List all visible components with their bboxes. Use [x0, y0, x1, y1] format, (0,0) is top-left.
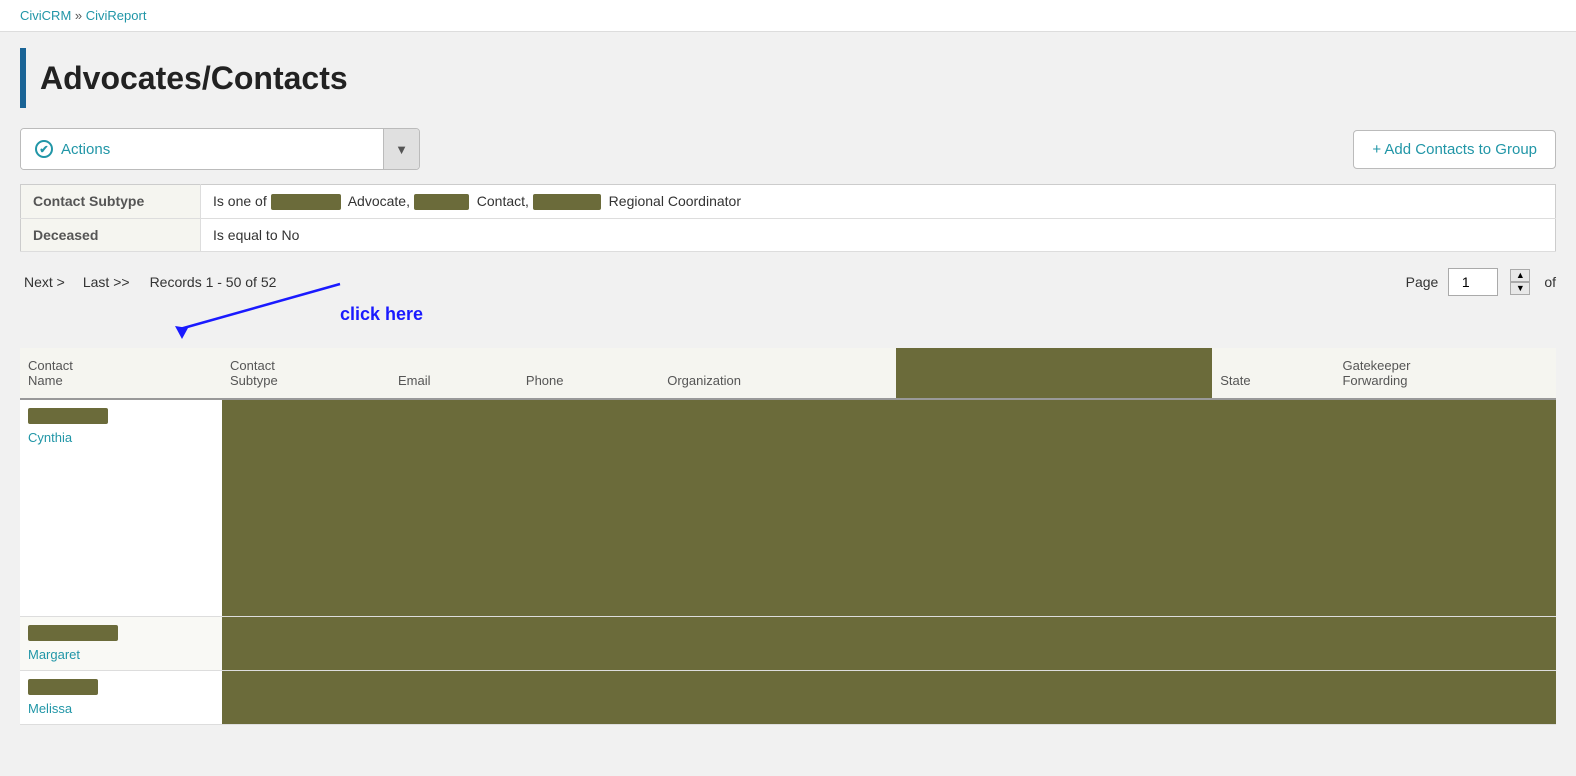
th-organization: Organization [659, 348, 896, 399]
page-header: Advocates/Contacts [0, 32, 1576, 118]
table-header-row: ContactName ContactSubtype Email Phone O… [20, 348, 1556, 399]
filter-row-deceased: Deceased Is equal to No [21, 219, 1556, 252]
page-number-input[interactable] [1448, 268, 1498, 296]
actions-button[interactable]: ✔ Actions [21, 129, 383, 169]
records-info: Records 1 - 50 of 52 [150, 274, 277, 290]
th-region [896, 348, 1212, 399]
actions-dropdown[interactable]: ✔ Actions ▼ [20, 128, 420, 170]
td-redact-2a [222, 617, 1556, 671]
contact-link-1[interactable]: Cynthia [28, 430, 72, 445]
contact-link-3[interactable]: Melissa [28, 701, 72, 716]
of-label: of [1544, 274, 1556, 290]
page-up-button[interactable]: ▲ [1510, 269, 1530, 282]
td-redact-3a [222, 671, 1556, 725]
filter-table: Contact Subtype Is one of Advocate, Cont… [20, 184, 1556, 252]
next-button[interactable]: Next > [20, 268, 69, 296]
th-state: State [1212, 348, 1334, 399]
contact-name-cell-2: Margaret [20, 617, 222, 671]
pagination-row: Next > Last >> Records 1 - 50 of 52 Page… [20, 268, 1556, 296]
table-wrapper: ContactName ContactSubtype Email Phone O… [20, 348, 1556, 725]
toolbar-row: ✔ Actions ▼ + Add Contacts to Group [20, 128, 1556, 170]
contact-name-cell-3: Melissa [20, 671, 222, 725]
big-redact-1 [230, 408, 1548, 608]
actions-circle-icon: ✔ [35, 140, 53, 158]
filter-value-deceased: Is equal to No [201, 219, 1556, 252]
data-table: ContactName ContactSubtype Email Phone O… [20, 348, 1556, 725]
contact-cell-1: Cynthia [28, 408, 214, 445]
th-contact-name: ContactName [20, 348, 222, 399]
table-row: Melissa [20, 671, 1556, 725]
filter-label-deceased: Deceased [21, 219, 201, 252]
redact-2 [414, 194, 469, 210]
table-row: Margaret [20, 617, 1556, 671]
filter-value-subtype: Is one of Advocate, Contact, Regional Co… [201, 185, 1556, 219]
redact-1 [271, 194, 341, 210]
contact-redact-3 [28, 679, 98, 695]
filter-row-subtype: Contact Subtype Is one of Advocate, Cont… [21, 185, 1556, 219]
page-title: Advocates/Contacts [40, 60, 348, 97]
pagination-area: Next > Last >> Records 1 - 50 of 52 Page… [20, 268, 1556, 344]
breadcrumb-civireport[interactable]: CiviReport [86, 8, 147, 23]
actions-label: Actions [61, 141, 110, 158]
contact-redact-1 [28, 408, 108, 424]
page-spinner: ▲ ▼ [1510, 269, 1530, 295]
contact-redact-2 [28, 625, 118, 641]
last-button[interactable]: Last >> [79, 268, 134, 296]
breadcrumb-separator: » [75, 8, 86, 23]
th-phone: Phone [518, 348, 659, 399]
page-down-button[interactable]: ▼ [1510, 282, 1530, 295]
add-contacts-button[interactable]: + Add Contacts to Group [1353, 130, 1556, 169]
redact-3 [533, 194, 601, 210]
contact-link-2[interactable]: Margaret [28, 647, 80, 662]
page-label: Page [1406, 274, 1439, 290]
click-here-annotation: click here [340, 304, 423, 325]
main-content: ✔ Actions ▼ + Add Contacts to Group Cont… [0, 118, 1576, 735]
table-row: Cynthia [20, 399, 1556, 617]
contact-cell-2: Margaret [28, 625, 214, 662]
td-redact-1a [222, 399, 1556, 617]
th-gatekeeper-forwarding: GatekeeperForwarding [1334, 348, 1556, 399]
th-email: Email [390, 348, 518, 399]
th-contact-subtype: ContactSubtype [222, 348, 390, 399]
filter-label-subtype: Contact Subtype [21, 185, 201, 219]
breadcrumb: CiviCRM » CiviReport [0, 0, 1576, 32]
contact-name-cell-1: Cynthia [20, 399, 222, 617]
actions-caret[interactable]: ▼ [383, 129, 419, 169]
page-header-accent-bar [20, 48, 26, 108]
breadcrumb-civicrm[interactable]: CiviCRM [20, 8, 71, 23]
contact-cell-3: Melissa [28, 679, 214, 716]
